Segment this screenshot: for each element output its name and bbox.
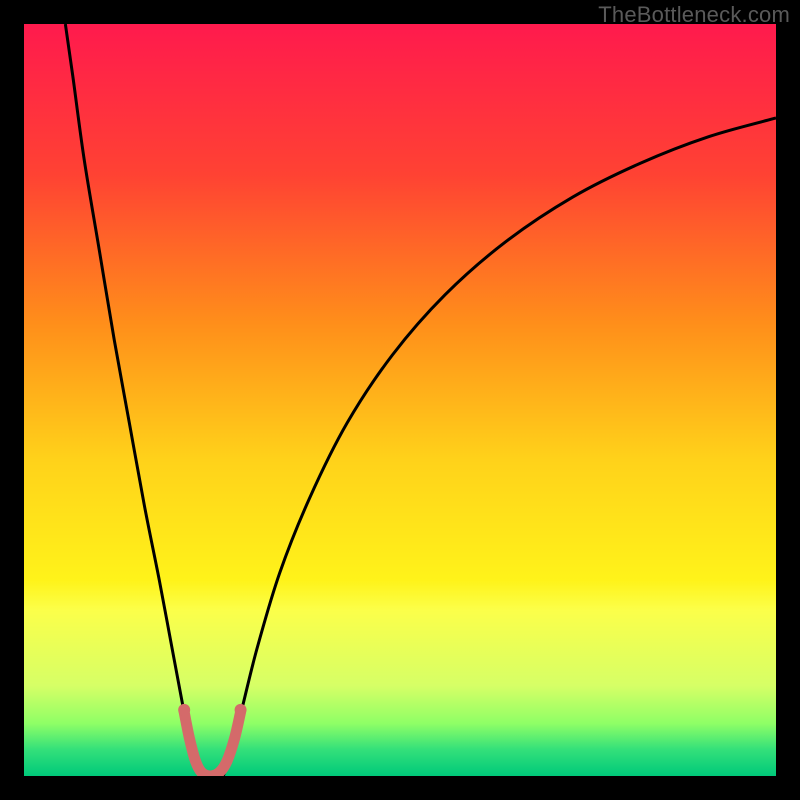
plot-area <box>24 24 776 776</box>
marker-dot <box>235 704 247 716</box>
gradient-background <box>24 24 776 776</box>
chart-svg <box>24 24 776 776</box>
chart-frame: TheBottleneck.com <box>0 0 800 800</box>
marker-dot <box>178 704 190 716</box>
